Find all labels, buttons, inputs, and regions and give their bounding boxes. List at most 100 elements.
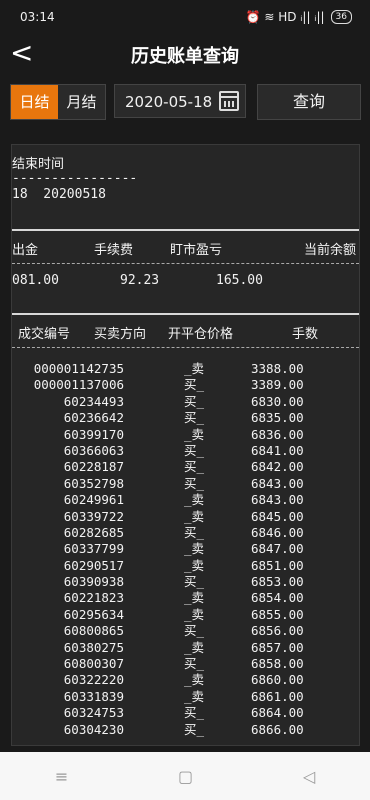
trade-price: 6866.00 xyxy=(251,721,304,737)
status-bar: 03:14 ⏰ ≋ HD ᵢ|| ᵢ|| 36 xyxy=(0,0,370,34)
trade-direction: 买_ xyxy=(184,410,205,426)
val-withdraw: 081.00 xyxy=(12,273,59,288)
trade-direction: 买_ xyxy=(184,475,205,491)
trade-id: 60390938 xyxy=(63,574,124,590)
monthly-tab[interactable]: 月结 xyxy=(58,85,105,119)
col-balance: 当前余额 xyxy=(304,243,357,258)
trade-id: 60322220 xyxy=(63,672,124,688)
trade-direction: 买_ xyxy=(184,721,205,737)
trade-direction: _卖 xyxy=(184,508,205,524)
trade-price: 6835.00 xyxy=(251,410,304,426)
status-icons: ⏰ ≋ HD ᵢ|| ᵢ|| xyxy=(245,10,325,24)
trade-row: 60331839 _卖 6861.00 xyxy=(12,689,359,705)
trade-row: 60322220 _卖 6860.00 xyxy=(12,672,359,688)
trade-id: 60295634 xyxy=(63,606,124,622)
trade-row: 60366063 买_ 6841.00 xyxy=(12,443,359,459)
trade-row: 60390938 买_ 6853.00 xyxy=(12,574,359,590)
back-icon[interactable]: ◁ xyxy=(303,767,315,786)
trade-direction: _卖 xyxy=(184,672,205,688)
date-picker[interactable]: 2020-05-18 xyxy=(114,84,246,118)
col-fee: 手续费 xyxy=(94,243,134,258)
trade-direction: _卖 xyxy=(184,688,205,704)
section-divider xyxy=(12,313,359,315)
trade-id: 60236642 xyxy=(63,410,124,426)
col-price: 开平仓价格 xyxy=(168,327,234,342)
trade-direction: _卖 xyxy=(184,426,205,442)
trade-direction: 买_ xyxy=(184,459,205,475)
end-time-value: 18 20200518 xyxy=(12,187,106,202)
page-title: 历史账单查询 xyxy=(131,46,239,67)
end-time-label: 结束时间 xyxy=(12,157,65,172)
dash-line xyxy=(12,347,359,348)
trade-price: 6857.00 xyxy=(251,639,304,655)
trade-id: 60234493 xyxy=(63,393,124,409)
home-icon[interactable]: ▢ xyxy=(178,767,193,786)
calendar-icon[interactable] xyxy=(219,91,239,111)
trade-row: 60339722 _卖 6845.00 xyxy=(12,509,359,525)
query-toolbar: 日结 月结 2020-05-18 查询 xyxy=(0,84,370,120)
trade-price: 6846.00 xyxy=(251,524,304,540)
val-fee: 92.23 xyxy=(120,273,160,288)
trade-direction: _卖 xyxy=(184,639,205,655)
menu-icon[interactable]: ≡ xyxy=(55,767,68,786)
trade-direction: 买_ xyxy=(184,393,205,409)
trade-id: 60800865 xyxy=(63,623,124,639)
battery-icon: 36 xyxy=(330,10,352,24)
section-divider xyxy=(12,229,359,231)
col-withdraw: 出金 xyxy=(12,243,39,258)
col-direction: 买卖方向 xyxy=(94,327,147,342)
trade-direction: 买_ xyxy=(184,656,205,672)
trade-direction: _卖 xyxy=(184,492,205,508)
trade-row: 000001137006 买_ 3389.00 xyxy=(12,377,359,393)
col-trade-id: 成交编号 xyxy=(18,327,71,342)
trade-id: 60282685 xyxy=(63,524,124,540)
val-mtm-pnl: 165.00 xyxy=(216,273,263,288)
trade-direction: 买_ xyxy=(184,377,205,393)
trade-price: 6858.00 xyxy=(251,656,304,672)
trade-id: 60290517 xyxy=(63,557,124,573)
trade-row: 60800865 买_ 6856.00 xyxy=(12,623,359,639)
trade-price: 6856.00 xyxy=(251,623,304,639)
trade-id: 60337799 xyxy=(63,541,124,557)
trade-direction: _卖 xyxy=(184,606,205,622)
query-button[interactable]: 查询 xyxy=(257,84,361,120)
trade-row: 60236642 买_ 6835.00 xyxy=(12,410,359,426)
daily-tab[interactable]: 日结 xyxy=(11,85,58,119)
trade-price: 3388.00 xyxy=(251,361,304,376)
trade-id: 60331839 xyxy=(63,688,124,704)
trade-price: 6851.00 xyxy=(251,557,304,573)
trade-row: 60380275 _卖 6857.00 xyxy=(12,640,359,656)
trade-id: 60366063 xyxy=(63,442,124,458)
trade-row: 60221823 _卖 6854.00 xyxy=(12,590,359,606)
trade-row: 60290517 _卖 6851.00 xyxy=(12,558,359,574)
dash-separator: ---------------- xyxy=(12,171,138,186)
trade-row: 60249961 _卖 6843.00 xyxy=(12,492,359,508)
trade-direction: 买_ xyxy=(184,442,205,458)
trade-id: 60221823 xyxy=(63,590,124,606)
trade-row: 60295634 _卖 6855.00 xyxy=(12,607,359,623)
dash-line xyxy=(12,263,359,264)
trade-price: 6864.00 xyxy=(251,705,304,721)
trade-row: 60800307 买_ 6858.00 xyxy=(12,656,359,672)
statement-panel[interactable]: 结束时间 ---------------- 18 20200518 出金 手续费… xyxy=(11,144,360,746)
trade-id: 000001142735 xyxy=(33,361,124,376)
trade-price: 6836.00 xyxy=(251,426,304,442)
col-lots: 手数 xyxy=(292,327,319,342)
trade-row: 000001142735 _卖 3388.00 xyxy=(12,361,359,377)
trade-price: 6853.00 xyxy=(251,574,304,590)
trade-id: 60800307 xyxy=(63,656,124,672)
trade-row: 60399170 _卖 6836.00 xyxy=(12,427,359,443)
trade-price: 6841.00 xyxy=(251,442,304,458)
trade-price: 6861.00 xyxy=(251,688,304,704)
trade-row: 60282685 买_ 6846.00 xyxy=(12,525,359,541)
trade-row: 60324753 买_ 6864.00 xyxy=(12,705,359,721)
period-segment: 日结 月结 xyxy=(10,84,106,120)
trade-price: 6843.00 xyxy=(251,492,304,508)
trade-direction: 买_ xyxy=(184,574,205,590)
trade-price: 6855.00 xyxy=(251,606,304,622)
col-mtm-pnl: 盯市盈亏 xyxy=(170,243,223,258)
trade-row: 60228187 买_ 6842.00 xyxy=(12,459,359,475)
trade-id: 60249961 xyxy=(63,492,124,508)
trade-row: 60352798 买_ 6843.00 xyxy=(12,476,359,492)
trade-id: 60399170 xyxy=(63,426,124,442)
